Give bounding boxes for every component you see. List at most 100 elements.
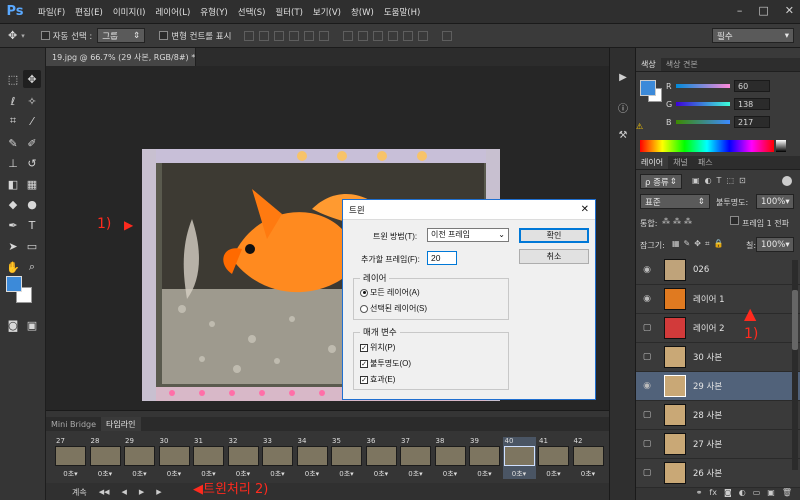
filter-toggle-icon[interactable] (782, 176, 792, 186)
play-icon[interactable]: ▶ (139, 488, 144, 496)
frame-delay[interactable]: 0초▾ (296, 469, 329, 479)
align-bottom-icon[interactable] (274, 30, 285, 41)
layer-row[interactable]: ▢ 28 사본 (636, 401, 800, 430)
timeline-frame[interactable]: 35 0초▾ (330, 437, 363, 479)
channel-b-slider[interactable] (676, 120, 730, 124)
menu-type[interactable]: 유형(Y) (200, 6, 227, 18)
selected-layers-radio[interactable]: 선택된 레이어(S) (360, 303, 427, 314)
distribute-top-icon[interactable] (343, 30, 354, 41)
distribute-right-icon[interactable] (418, 30, 429, 41)
filter-adjustment-icon[interactable]: ◐ (705, 176, 712, 185)
eraser-tool-icon[interactable]: ◧ (4, 175, 22, 193)
effects-checkbox[interactable]: ✓ 효과(E) (360, 374, 395, 385)
prev-frame-icon[interactable]: ◀ (122, 488, 127, 496)
menu-image[interactable]: 이미지(I) (113, 6, 146, 18)
next-frame-icon[interactable]: ▶ (156, 488, 161, 496)
crop-tool-icon[interactable]: ⌗ (4, 112, 22, 130)
layer-row[interactable]: ▢ 레이어 2 (636, 314, 800, 343)
close-icon[interactable]: ✕ (581, 204, 589, 215)
timeline-frame[interactable]: 30 0초▾ (158, 437, 191, 479)
minimize-button[interactable]: – (737, 4, 743, 17)
layers-scrollbar[interactable] (792, 260, 798, 470)
align-hcenter-icon[interactable] (304, 30, 315, 41)
maximize-button[interactable]: □ (758, 4, 768, 17)
opacity-field[interactable]: 100% ▾ (756, 194, 794, 209)
delete-layer-icon[interactable]: 🗑 (782, 488, 792, 500)
timeline-frame[interactable]: 34 0초▾ (296, 437, 329, 479)
path-select-icon[interactable]: ➤ (4, 237, 22, 255)
timeline-frame[interactable]: 36 0초▾ (365, 437, 398, 479)
timeline-frame[interactable]: 27 0초▾ (54, 437, 87, 479)
adjustment-layer-icon[interactable]: ◐ (739, 488, 746, 500)
channel-g-value[interactable]: 138 (734, 98, 770, 110)
healing-brush-icon[interactable]: ✎ (4, 134, 22, 152)
fill-field[interactable]: 100% ▾ (756, 237, 794, 252)
brush-tool-icon[interactable]: ✐ (23, 134, 41, 152)
frame-delay[interactable]: 0초▾ (158, 469, 191, 479)
magic-wand-icon[interactable]: ✧ (23, 92, 41, 110)
timeline-frame[interactable]: 39 0초▾ (468, 437, 501, 479)
frames-to-add-input[interactable]: 20 (427, 251, 457, 265)
timeline-frame[interactable]: 41 0초▾ (537, 437, 570, 479)
hidden-eye-slot[interactable]: ▢ (640, 350, 654, 364)
distribute-hcenter-icon[interactable] (403, 30, 414, 41)
frame-delay[interactable]: 0초▾ (399, 469, 432, 479)
eye-icon[interactable]: ◉ (640, 292, 654, 306)
zoom-tool-icon[interactable]: ⌕ (23, 258, 41, 276)
menu-file[interactable]: 파일(F) (38, 6, 65, 18)
distribute-left-icon[interactable] (388, 30, 399, 41)
hidden-eye-slot[interactable]: ▢ (640, 408, 654, 422)
frame-delay[interactable]: 0초▾ (54, 469, 87, 479)
align-top-icon[interactable] (244, 30, 255, 41)
filter-shape-icon[interactable]: ⬚ (726, 176, 734, 185)
all-layers-radio[interactable]: 모든 레이어(A) (360, 287, 420, 298)
screen-mode-icon[interactable]: ▣ (23, 316, 41, 334)
move-tool-icon[interactable]: ✥ (23, 70, 41, 88)
clone-stamp-icon[interactable]: ⊥ (4, 154, 22, 172)
hand-tool-icon[interactable]: ✋ (4, 258, 22, 276)
frame-delay[interactable]: 0초▾ (330, 469, 363, 479)
close-window-button[interactable]: ✕ (785, 4, 794, 17)
layers-scroll-thumb[interactable] (792, 290, 798, 350)
filter-type-icon[interactable]: T (717, 176, 722, 185)
document-tab[interactable]: 19.jpg @ 66.7% (29 사본, RGB/8#) * × (46, 48, 207, 66)
frame-delay[interactable]: 0초▾ (89, 469, 122, 479)
lock-icons[interactable]: ▦✎✥⌗🔒 (672, 239, 727, 249)
color-panel-fg-swatch-front[interactable] (640, 80, 656, 96)
menu-layer[interactable]: 레이어(L) (155, 6, 190, 18)
cancel-button[interactable]: 취소 (519, 249, 589, 264)
channel-g-slider[interactable] (676, 102, 730, 106)
new-layer-icon[interactable]: ▣ (767, 488, 775, 500)
tab-channels[interactable]: 채널 (668, 156, 693, 169)
timeline-frame[interactable]: 28 0초▾ (89, 437, 122, 479)
tab-layers[interactable]: 레이어 (636, 156, 669, 169)
timeline-frame[interactable]: 42 0초▾ (572, 437, 605, 479)
menu-view[interactable]: 보기(V) (313, 6, 341, 18)
foreground-color-swatch-front[interactable] (6, 276, 22, 292)
gradient-tool-icon[interactable]: ▦ (23, 175, 41, 193)
timeline-frame[interactable]: 37 0초▾ (399, 437, 432, 479)
quick-mask-icon[interactable]: ◙ (4, 316, 22, 334)
layer-row[interactable]: ▢ 30 사본 (636, 343, 800, 372)
lasso-tool-icon[interactable]: ℓ (4, 92, 22, 110)
layer-style-icon[interactable]: fx (709, 488, 717, 500)
layer-row[interactable]: ◉ 026 (636, 256, 800, 285)
tool-preset-arrow-icon[interactable]: ▾ (21, 32, 25, 40)
channel-r-slider[interactable] (676, 84, 730, 88)
menu-help[interactable]: 도움말(H) (384, 6, 420, 18)
layer-row[interactable]: ◉ 레이어 1 (636, 285, 800, 314)
hidden-eye-slot[interactable]: ▢ (640, 321, 654, 335)
unify-icons[interactable]: ⁂⁂⁂ (662, 217, 695, 226)
opacity-checkbox[interactable]: ✓ 불투명도(O) (360, 358, 411, 369)
eyedropper-icon[interactable]: ⁄ (23, 112, 41, 130)
play-actions-icon[interactable]: ▶ (616, 70, 630, 84)
loop-option[interactable]: 계속 (72, 487, 87, 498)
blend-mode-dropdown[interactable]: 표준 ⇕ (640, 194, 710, 209)
auto-align-icon[interactable] (442, 30, 453, 41)
tab-swatches[interactable]: 색상 견본 (661, 58, 703, 71)
timeline-frame[interactable]: 29 0초▾ (123, 437, 156, 479)
timeline-frame[interactable]: 38 0초▾ (434, 437, 467, 479)
frame-delay[interactable]: 0초▾ (503, 469, 536, 479)
tab-timeline[interactable]: 타임라인 (101, 417, 141, 431)
layer-row[interactable]: ▢ 26 사본 (636, 459, 800, 488)
